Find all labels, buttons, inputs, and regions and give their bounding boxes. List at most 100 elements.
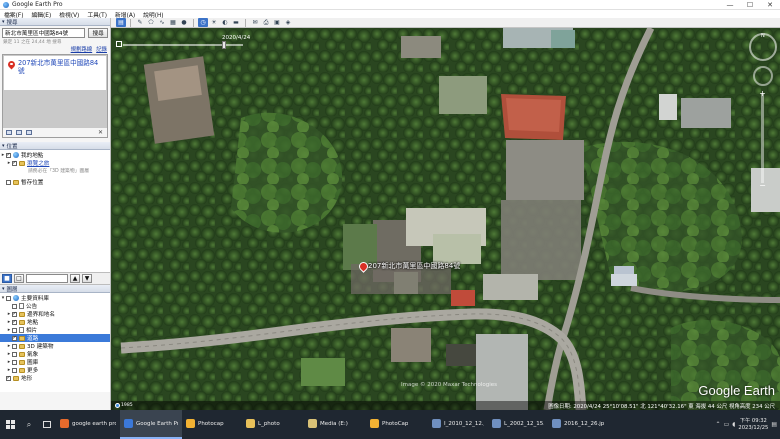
clear-results-icon[interactable]: ✕ (98, 129, 103, 136)
compass-ring[interactable]: N (749, 33, 777, 61)
layer-checkbox[interactable] (12, 343, 17, 349)
search-result-text: 207新北市萬里區中國路84號 (17, 59, 99, 75)
layer-checkbox[interactable] (12, 303, 17, 309)
network-icon[interactable]: ▭ (724, 421, 730, 428)
directions-link[interactable]: 規劃路線 (71, 45, 93, 53)
places-tree-item[interactable]: 暫存位置 (0, 178, 110, 186)
layer-checkbox[interactable] (12, 351, 17, 357)
places-panel-header[interactable]: ▾ 位置 (0, 142, 110, 150)
maximize-button[interactable]: ☐ (740, 0, 760, 10)
time-back-icon[interactable] (116, 41, 122, 47)
search-result-item[interactable]: 207新北市萬里區中國路84號 (4, 56, 106, 90)
app-icon (124, 419, 133, 428)
layers-tree-item[interactable]: ▸ 相片 (0, 326, 110, 334)
start-button[interactable] (0, 410, 20, 439)
polygon-icon[interactable]: ⬠ (146, 18, 156, 27)
sidebar-icon[interactable]: ▤ (116, 18, 126, 27)
minimize-button[interactable]: — (720, 0, 740, 10)
doc-icon[interactable] (16, 130, 22, 135)
move-up-button[interactable]: ▲ (70, 274, 80, 283)
look-joystick[interactable] (753, 66, 773, 86)
folder-icon[interactable]: □ (14, 274, 24, 283)
layers-tree-item[interactable]: ▸邊界和地名 (0, 310, 110, 318)
zoom-slider[interactable] (761, 93, 764, 183)
notification-icon[interactable]: ▤ (771, 421, 777, 428)
volume-icon[interactable]: ◖ (732, 421, 735, 428)
search-input[interactable]: 新北市萬里區中國路84號 (2, 28, 86, 38)
taskbar-item[interactable]: PhotoCap (366, 410, 428, 439)
taskbar-item[interactable]: 2016_12_26.jpg -... (548, 410, 608, 439)
collapse-icon: ▾ (2, 285, 5, 292)
layer-checkbox[interactable] (12, 367, 17, 373)
layers-tree-item[interactable]: ▸ 氣象 (0, 350, 110, 358)
places-tree-item[interactable]: ▸瀏覽之旅 (0, 159, 110, 167)
layer-checkbox[interactable] (12, 335, 17, 341)
save-image-icon[interactable]: ▣ (272, 18, 282, 27)
ruler-icon[interactable]: ▬ (231, 18, 241, 27)
taskbar-item[interactable]: Google Earth Pro (120, 410, 182, 439)
search-icon[interactable]: ⌕ (20, 410, 38, 439)
layers-tree-item[interactable]: ▸地點 (0, 318, 110, 326)
task-view-icon[interactable] (38, 410, 56, 439)
zoom-out-button[interactable]: − (757, 181, 768, 190)
add-content-icon[interactable]: ■ (2, 274, 12, 283)
layer-checkbox[interactable] (12, 160, 17, 166)
historical-time-slider[interactable]: 2020/4/24 (116, 35, 250, 49)
historical-imagery-icon[interactable]: ◷ (198, 18, 208, 27)
photo-icon (19, 327, 24, 333)
time-slider-knob[interactable] (222, 41, 226, 49)
layer-checkbox[interactable] (6, 375, 11, 381)
clock[interactable]: 下午 09:32 2023/12/25 (738, 418, 768, 432)
search-panel-header[interactable]: ▾ 搜尋 (0, 18, 110, 26)
path-icon[interactable]: ∿ (157, 18, 167, 27)
taskbar-item[interactable]: Media (E:) (304, 410, 366, 439)
layers-panel-header[interactable]: ▾ 圖層 (0, 285, 110, 293)
search-button[interactable]: 搜尋 (88, 28, 108, 38)
globe-icon (13, 152, 19, 158)
layer-checkbox[interactable] (12, 311, 17, 317)
places-tree-item[interactable]: ▸我的地點 (0, 151, 110, 159)
layer-search-input[interactable] (26, 274, 68, 283)
taskbar-item[interactable]: I_2010_12_12.jpg -... (428, 410, 488, 439)
layer-checkbox[interactable] (12, 327, 17, 333)
sun-icon[interactable]: ☀ (209, 18, 219, 27)
move-down-button[interactable]: ▼ (82, 274, 92, 283)
layers-tree-item[interactable]: 公告 (0, 302, 110, 310)
placemark[interactable]: 207新北市萬里區中國路84號 (359, 261, 460, 271)
layers-tree-item[interactable]: 道路 (0, 334, 110, 342)
email-icon[interactable]: ✉ (250, 18, 260, 27)
layers-tree-item[interactable]: ▸ 3D 建築物 (0, 342, 110, 350)
layer-checkbox[interactable] (6, 295, 11, 301)
history-link[interactable]: 記錄 (96, 45, 107, 53)
planets-icon[interactable]: ◐ (220, 18, 230, 27)
layers-tree-item[interactable]: 地形 (0, 374, 110, 382)
layer-checkbox[interactable] (12, 359, 17, 365)
overlay-icon[interactable]: ▦ (168, 18, 178, 27)
placemark-icon[interactable]: ✎ (135, 18, 145, 27)
menu-bar: 檔案(F) 編輯(E) 檢視(V) 工具(T) 新增(A) 說明(H) (0, 10, 780, 19)
copy-icon[interactable] (6, 130, 12, 135)
taskbar-items: google earth pro... Google Earth Pro Photo… (56, 410, 608, 439)
zoom-in-button[interactable]: + (757, 89, 768, 98)
layer-checkbox[interactable] (6, 179, 11, 185)
window-title: Google Earth Pro (12, 1, 63, 8)
taskbar-item[interactable]: Photocap (182, 410, 242, 439)
taskbar-item[interactable]: L_2002_12_15.jpg... (488, 410, 548, 439)
layers-tree-item[interactable]: ▸ 圖庫 (0, 358, 110, 366)
maps-icon[interactable]: ◈ (283, 18, 293, 27)
taskbar-item[interactable]: L_photo (242, 410, 304, 439)
layer-checkbox[interactable] (6, 152, 11, 158)
placemark-pin-icon (359, 262, 366, 271)
close-button[interactable]: ✕ (760, 0, 780, 10)
chevron-up-icon[interactable]: ⌃ (716, 421, 721, 428)
layer-checkbox[interactable] (12, 319, 17, 325)
year-dot-icon (115, 403, 120, 408)
layers-tree-item[interactable]: ▾ 主要資料庫 (0, 294, 110, 302)
map-view[interactable]: 2020/4/24 N + − 207新北市萬里區中國路84號 Image © … (111, 28, 780, 410)
record-tour-icon[interactable]: ● (179, 18, 189, 27)
taskbar-item[interactable]: google earth pro... (56, 410, 120, 439)
layers-tree-item[interactable]: ▸ 更多 (0, 366, 110, 374)
print-icon[interactable]: ⎙ (261, 18, 271, 27)
taskbar-item-label: Photocap (198, 420, 224, 427)
print-icon[interactable] (26, 130, 32, 135)
